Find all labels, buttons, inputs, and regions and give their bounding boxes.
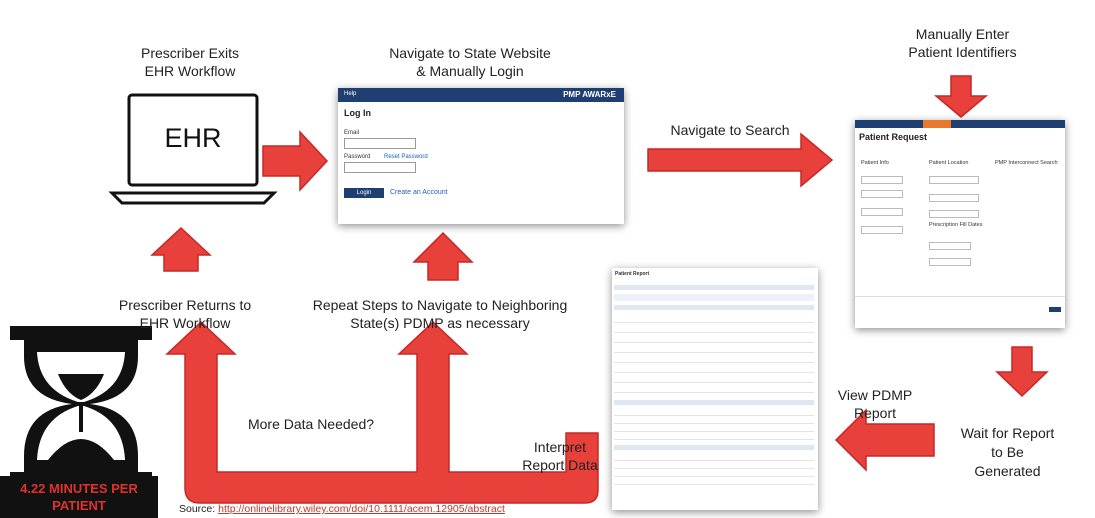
arrow-up-2 — [412, 231, 474, 281]
email-label: Email — [344, 130, 360, 136]
hourglass-icon — [10, 326, 152, 478]
label-wait-1: Wait for Report — [960, 425, 1055, 441]
last-name-input[interactable] — [861, 176, 903, 184]
report-section-prescribers — [614, 400, 814, 405]
prescriptions-table — [614, 313, 814, 395]
slide-canvas: EHR Prescriber Exits EHR Workflow Naviga… — [0, 0, 1095, 518]
time-badge: 4.22 MINUTES PER PATIENT — [0, 476, 158, 518]
patient-request-screenshot: Patient Request Patient Info Patient Loc… — [855, 120, 1065, 328]
time-badge-line1: 4.22 MINUTES PER — [20, 481, 138, 496]
label-exit-2: EHR Workflow — [144, 63, 236, 79]
label-exit-1: Prescriber Exits — [140, 45, 240, 61]
first-name-input[interactable] — [861, 190, 903, 198]
arrow-down-2 — [995, 346, 1049, 398]
source-prefix: Source: — [179, 503, 219, 515]
arrow-right-1 — [262, 130, 329, 192]
email-input[interactable] — [344, 138, 416, 149]
phone-input[interactable] — [861, 226, 903, 234]
arrow-loop — [165, 320, 599, 504]
create-account-link[interactable]: Create an Account — [390, 189, 448, 196]
slide: EHR Prescriber Exits EHR Workflow Naviga… — [0, 0, 1095, 518]
dob-input[interactable] — [861, 208, 903, 216]
time-badge-line2: PATIENT — [52, 498, 106, 513]
label-view-1: View PDMP — [837, 387, 913, 403]
fill-dates-heading: Prescription Fill Dates — [929, 222, 983, 228]
password-label: Password — [344, 154, 371, 160]
login-screenshot: Help PMP AWARxE Log In Email Password Re… — [338, 88, 624, 224]
report-title: Patient Report — [615, 271, 650, 277]
label-wait-2: to Be — [991, 444, 1024, 460]
request-divider — [855, 296, 1065, 297]
help-link[interactable]: Help — [344, 91, 356, 97]
patient-report-screenshot: Patient Report — [612, 268, 818, 510]
label-navigate-1: Navigate to State Website — [389, 45, 551, 61]
request-active-tab[interactable] — [923, 120, 951, 128]
label-manual-2: Patient Identifiers — [908, 44, 1017, 60]
brand-logo: PMP AWARxE — [563, 90, 616, 99]
login-header-bar: Help PMP AWARxE — [338, 88, 624, 102]
report-tabs[interactable] — [614, 294, 814, 301]
label-navigate-2: & Manually Login — [416, 63, 524, 79]
date-to-input[interactable] — [929, 258, 971, 266]
request-nav-bar — [855, 120, 1065, 128]
search-button[interactable] — [1049, 307, 1061, 312]
arrow-right-2 — [647, 132, 834, 188]
password-input[interactable] — [344, 162, 416, 173]
label-returns-2: EHR Workflow — [139, 315, 231, 331]
source-citation: Source: http://onlinelibrary.wiley.com/d… — [179, 503, 505, 515]
prescribers-table — [614, 408, 814, 440]
label-interpret-1: Interpret — [533, 439, 587, 455]
state-select[interactable] — [929, 194, 979, 202]
login-button[interactable]: Login — [344, 188, 384, 198]
laptop-screen-text: EHR — [164, 123, 222, 153]
request-col-interconnect: PMP Interconnect Search — [995, 160, 1058, 166]
source-link[interactable]: http://onlinelibrary.wiley.com/doi/10.11… — [218, 503, 505, 515]
label-wait-3: Generated — [974, 463, 1041, 479]
report-section-dispensers — [614, 445, 814, 450]
reset-password-link[interactable]: Reset Password — [384, 154, 428, 160]
report-section-prescriptions — [614, 305, 814, 310]
label-view-2: Report — [853, 405, 897, 421]
zip-input[interactable] — [929, 210, 979, 218]
label-interpret-2: Report Data — [522, 457, 598, 473]
label-repeat-2: State(s) PDMP as necessary — [350, 315, 530, 331]
date-from-input[interactable] — [929, 242, 971, 250]
dispensers-table — [614, 453, 814, 485]
label-more-data: More Data Needed? — [247, 416, 375, 432]
label-returns-1: Prescriber Returns to — [118, 297, 252, 313]
city-input[interactable] — [929, 176, 979, 184]
login-title: Log In — [344, 108, 371, 118]
label-repeat-1: Repeat Steps to Navigate to Neighboring — [312, 297, 568, 313]
label-manual-1: Manually Enter — [915, 26, 1010, 42]
label-nav-search: Navigate to Search — [670, 122, 790, 138]
request-title: Patient Request — [859, 132, 928, 142]
report-section-rx-graph — [614, 285, 814, 290]
arrow-up-1 — [150, 226, 212, 272]
request-col-patient-info: Patient Info — [861, 160, 889, 166]
request-col-location: Patient Location — [929, 160, 969, 166]
arrow-down-1 — [933, 75, 989, 118]
